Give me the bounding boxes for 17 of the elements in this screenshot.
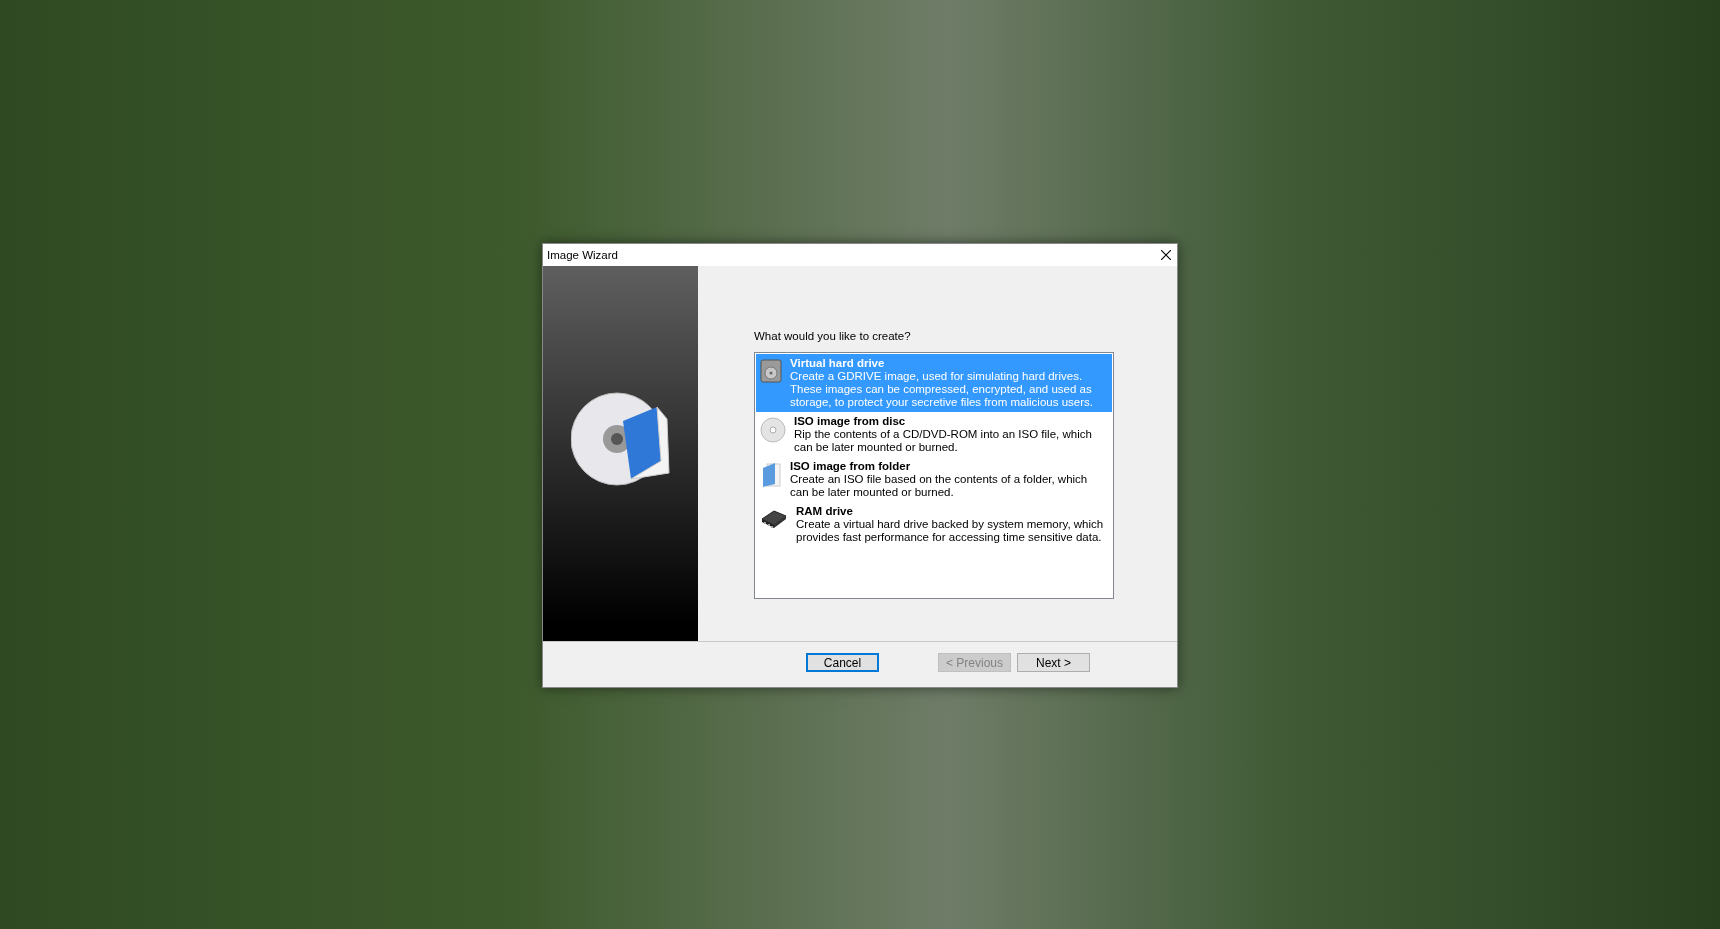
- window-title: Image Wizard: [547, 249, 618, 261]
- wizard-button[interactable]: Next >: [1017, 653, 1090, 673]
- prompt-text: What would you like to create?: [754, 330, 911, 342]
- option-title: ISO image from disc: [794, 415, 907, 428]
- document-icon: [760, 462, 782, 488]
- option-title: RAM drive: [796, 505, 854, 518]
- option-description: Create an ISO file based on the contents of a folder, which can be later mounted or burned.: [790, 473, 1089, 499]
- option-title: Virtual hard drive: [790, 357, 886, 370]
- wizard-button[interactable]: Cancel: [806, 653, 879, 673]
- option-title: ISO image from folder: [790, 460, 912, 473]
- option-description: Create a GDRIVE image, used for simulating hard drives. These images can be compressed, encrypted, and used as storage, to protect your secretive files from malicious users.: [790, 370, 1094, 409]
- close-icon[interactable]: [1161, 250, 1171, 260]
- option-description: Create a virtual hard drive backed by system memory, which provides fast performance for accessing time sensitive data.: [796, 518, 1105, 544]
- option-description: Rip the contents of a CD/DVD-ROM into an ISO file, which can be later mounted or burned.: [794, 428, 1093, 454]
- disc-icon: [760, 417, 786, 443]
- hard-drive-icon: [760, 359, 782, 383]
- disc-folder-icon: [570, 390, 671, 487]
